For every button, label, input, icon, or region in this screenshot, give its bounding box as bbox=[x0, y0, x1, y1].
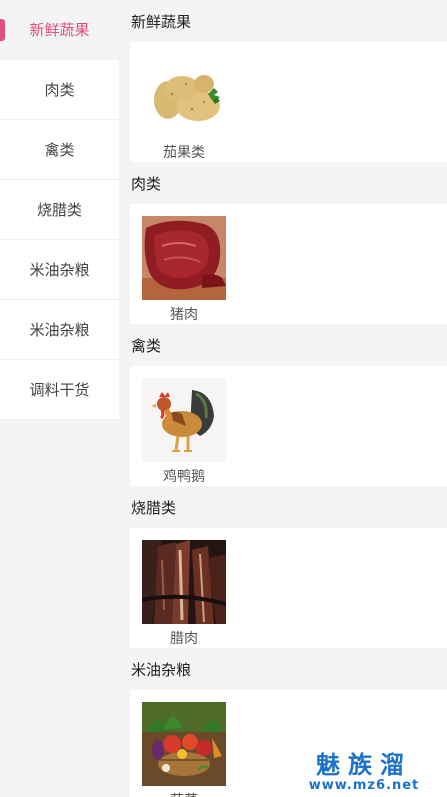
rooster-image bbox=[142, 378, 226, 462]
product-item-vegetables[interactable]: 蔬菜 bbox=[142, 702, 226, 797]
sidebar-item-seasoning[interactable]: 调料干货 bbox=[0, 360, 119, 420]
product-card: 猪肉 bbox=[130, 204, 447, 324]
section-title: 烧腊类 bbox=[131, 498, 177, 517]
section-title: 禽类 bbox=[131, 336, 162, 355]
product-label: 鸡鸭鹅 bbox=[163, 469, 205, 485]
sidebar-item-label: 调料干货 bbox=[29, 381, 90, 399]
raw-beef-image bbox=[142, 216, 226, 300]
product-item-poultry[interactable]: 鸡鸭鹅 bbox=[142, 378, 226, 486]
potatoes-image bbox=[142, 54, 226, 138]
sidebar-item-label: 米油杂粮 bbox=[29, 261, 90, 279]
category-content: 新鲜蔬果 茄果类 肉类 猪肉 禽类 鸡鸭鹅 烧腊类 腊肉 米油杂粮 bbox=[119, 0, 447, 797]
product-item-cured-meat[interactable]: 腊肉 bbox=[142, 540, 226, 648]
section-title: 肉类 bbox=[131, 174, 162, 193]
product-item-eggplant-fruit[interactable]: 茄果类 bbox=[142, 54, 226, 162]
sidebar-item-poultry[interactable]: 禽类 bbox=[0, 120, 119, 180]
product-label: 腊肉 bbox=[170, 631, 198, 647]
sidebar-item-label: 烧腊类 bbox=[36, 201, 82, 219]
sidebar-item-roast-cured[interactable]: 烧腊类 bbox=[0, 180, 119, 240]
product-label: 茄果类 bbox=[163, 145, 205, 161]
product-card: 鸡鸭鹅 bbox=[130, 366, 447, 486]
product-card: 茄果类 bbox=[130, 42, 447, 162]
product-label: 猪肉 bbox=[170, 307, 198, 323]
cured-meat-image bbox=[142, 540, 226, 624]
section-title: 新鲜蔬果 bbox=[131, 12, 192, 31]
app-screen: 新鲜蔬果 肉类 禽类 烧腊类 米油杂粮 米油杂粮 调料干货 新鲜蔬果 茄果类 肉… bbox=[0, 0, 447, 797]
product-item-pork[interactable]: 猪肉 bbox=[142, 216, 226, 324]
category-sidebar: 新鲜蔬果 肉类 禽类 烧腊类 米油杂粮 米油杂粮 调料干货 bbox=[0, 0, 119, 797]
product-label: 蔬菜 bbox=[170, 790, 198, 797]
sidebar-item-grain-oil-2[interactable]: 米油杂粮 bbox=[0, 300, 119, 360]
sidebar-item-label: 新鲜蔬果 bbox=[29, 21, 90, 39]
watermark-logo: 魅族溜 www.mz6.net bbox=[299, 751, 429, 793]
section-title: 米油杂粮 bbox=[131, 660, 192, 679]
watermark-url: www.mz6.net bbox=[308, 778, 420, 793]
sidebar-item-label: 肉类 bbox=[44, 81, 75, 99]
product-card: 腊肉 bbox=[130, 528, 447, 648]
vegetable-basket-image bbox=[142, 702, 226, 786]
active-indicator bbox=[0, 19, 5, 41]
watermark-text: 魅族溜 bbox=[316, 751, 412, 779]
sidebar-item-fresh-produce[interactable]: 新鲜蔬果 bbox=[0, 0, 119, 60]
sidebar-item-grain-oil[interactable]: 米油杂粮 bbox=[0, 240, 119, 300]
sidebar-item-label: 米油杂粮 bbox=[29, 321, 90, 339]
sidebar-item-meat[interactable]: 肉类 bbox=[0, 60, 119, 120]
sidebar-item-label: 禽类 bbox=[44, 141, 75, 159]
